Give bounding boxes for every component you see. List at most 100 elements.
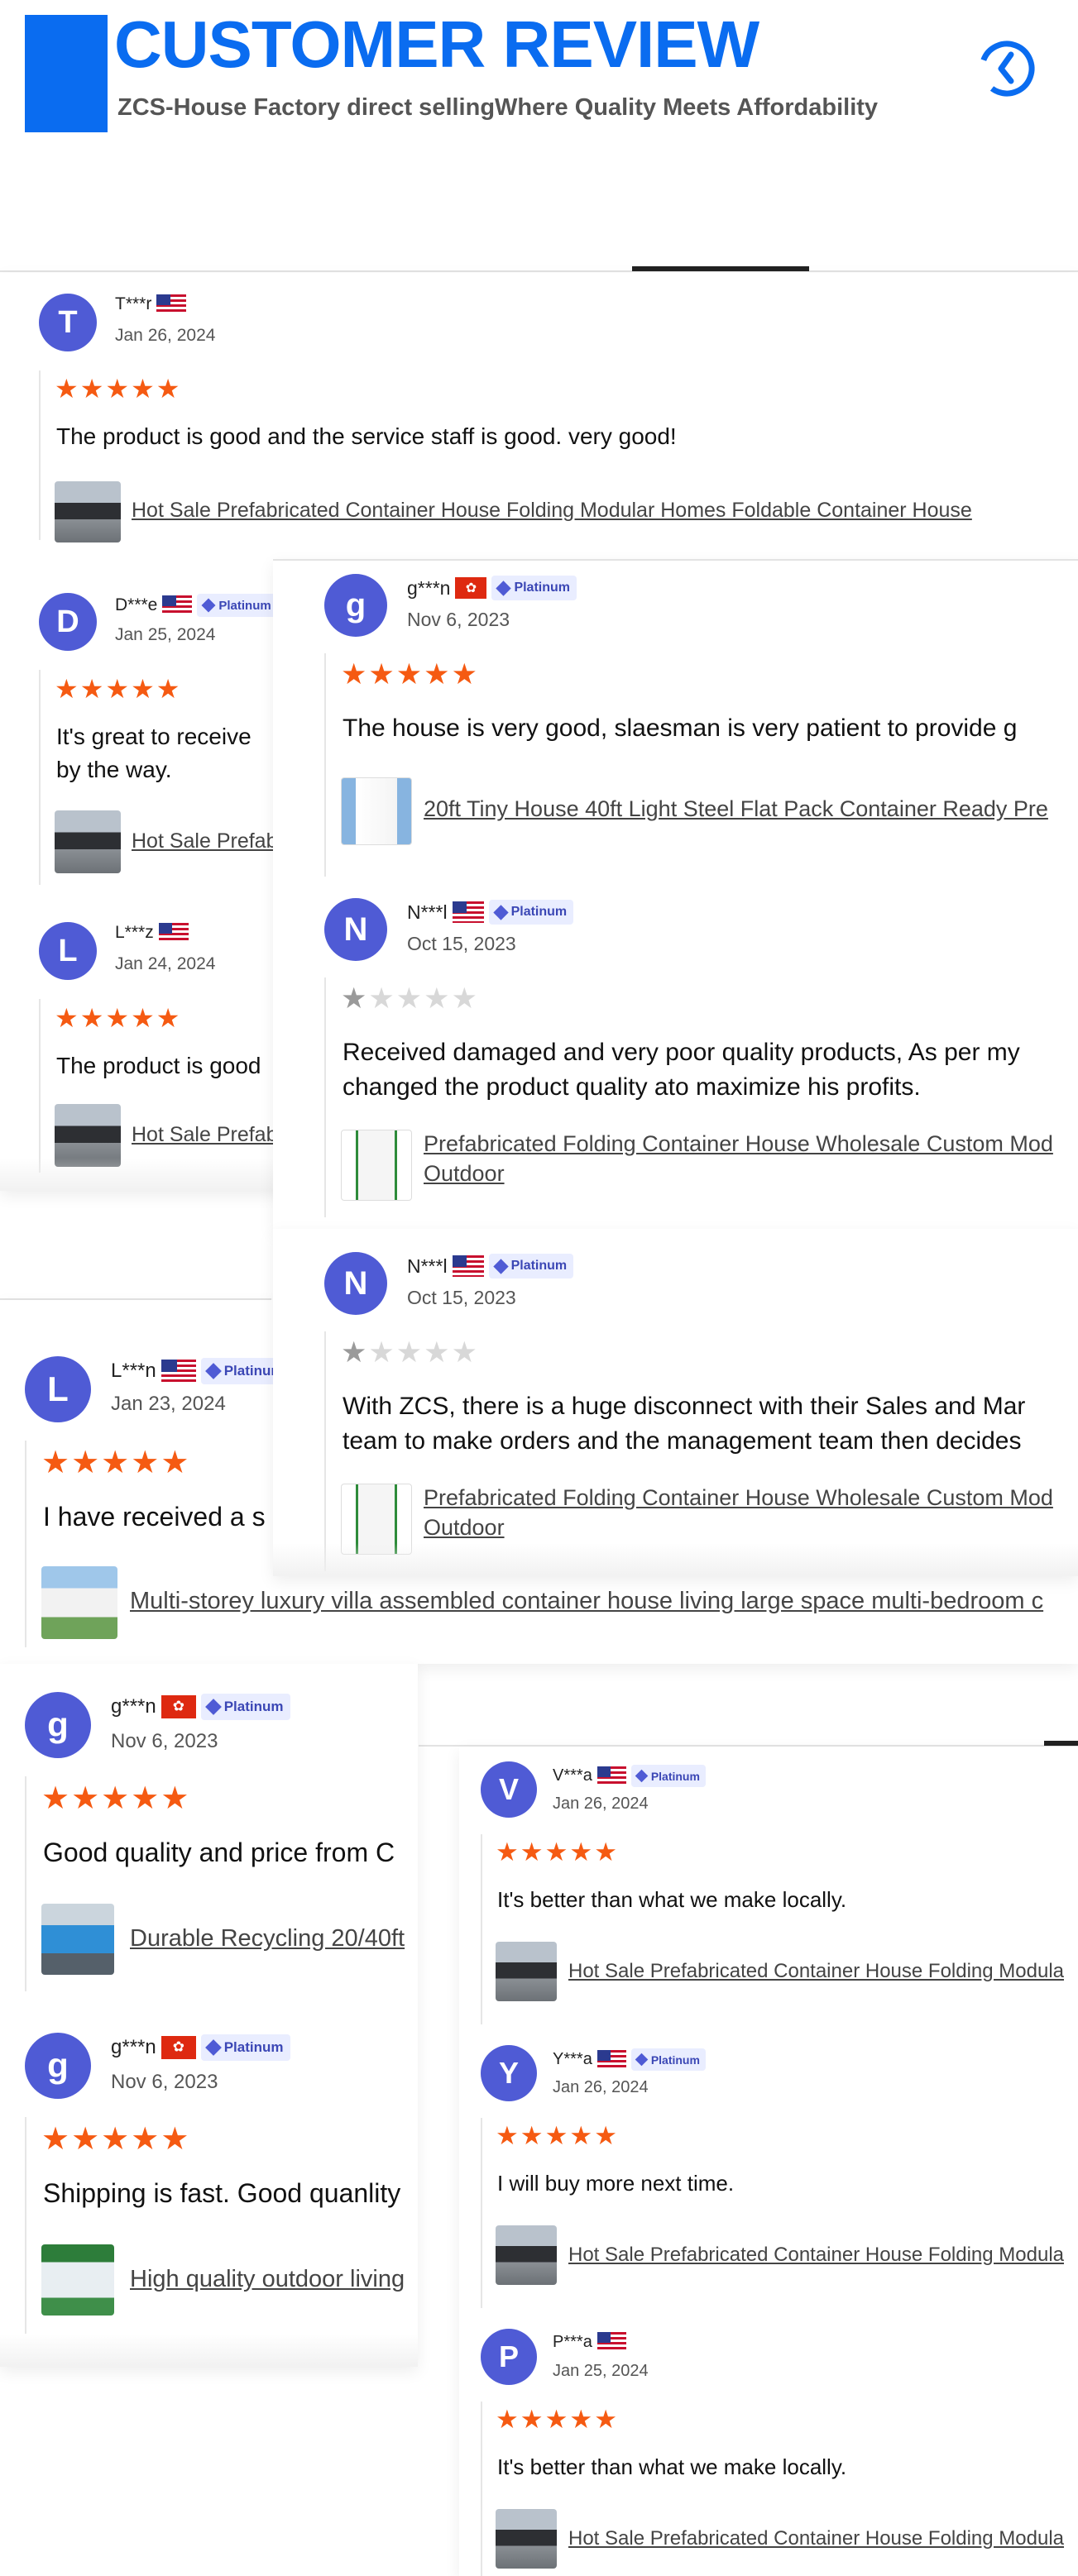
- card-left-rule: [39, 370, 41, 540]
- star-filled-icon: ★: [496, 2121, 520, 2150]
- star-rating: ★★★★★: [55, 1005, 181, 1031]
- product-thumbnail[interactable]: [41, 1566, 117, 1639]
- platinum-badge: Platinum: [488, 900, 574, 925]
- badge-label: Platinum: [510, 1259, 568, 1273]
- page-subtitle: ZCS-House Factory direct sellingWhere Qu…: [117, 94, 879, 121]
- product-thumbnail[interactable]: [55, 810, 121, 873]
- avatar: P: [481, 2329, 537, 2385]
- badge-label: Platinum: [510, 905, 568, 919]
- product-link[interactable]: Prefabricated Folding Container House Wh…: [424, 1131, 1053, 1157]
- product-link[interactable]: High quality outdoor living: [130, 2266, 405, 2293]
- star-filled-icon: ★: [131, 674, 156, 704]
- review-card: N N***l Platinum Oct 15, 2023 ★★★★★ Recei…: [273, 883, 1078, 1231]
- platinum-badge: Platinum: [630, 2048, 706, 2071]
- us-flag-icon: [452, 1255, 484, 1277]
- product-link[interactable]: Hot Sale Prefabricated Container House F…: [568, 1960, 1064, 1983]
- reviewer-name: P***a: [553, 2332, 626, 2352]
- star-filled-icon: ★: [156, 374, 182, 404]
- star-filled-icon: ★: [101, 1446, 132, 1480]
- star-empty-icon: ★: [368, 1336, 396, 1369]
- review-card: N N***l Platinum Oct 15, 2023 ★★★★★ With …: [273, 1229, 1078, 1576]
- reviewer-name: g***n Platinum: [111, 2034, 290, 2061]
- reviewer-name-text: Y***a: [553, 2050, 592, 2068]
- star-filled-icon: ★: [79, 1003, 106, 1033]
- star-rating: ★★★★★: [41, 1447, 190, 1479]
- star-filled-icon: ★: [341, 658, 369, 691]
- reviewer-name: T***r: [115, 294, 187, 314]
- star-empty-icon: ★: [451, 1336, 479, 1369]
- avatar: g: [25, 1692, 91, 1758]
- product-thumbnail[interactable]: [496, 2225, 557, 2285]
- avatar: V: [481, 1761, 537, 1818]
- reviewer-name-text: N***l: [407, 901, 448, 923]
- card-left-rule: [324, 977, 326, 1217]
- page-title: CUSTOMER REVIEW: [114, 7, 759, 81]
- product-link[interactable]: Hot Sale Prefabricated Container House F…: [132, 499, 972, 523]
- diamond-icon: [204, 2039, 222, 2056]
- product-link-line2[interactable]: Outdoor: [424, 1515, 505, 1541]
- card-left-rule: [25, 1776, 26, 1991]
- star-filled-icon: ★: [71, 1446, 102, 1480]
- star-filled-icon: ★: [544, 2405, 570, 2434]
- product-thumbnail[interactable]: [41, 2244, 114, 2316]
- avatar: L: [39, 922, 97, 980]
- diamond-icon: [635, 1769, 649, 1783]
- reviewer-name: Y***a Platinum: [553, 2048, 706, 2071]
- platinum-badge: Platinum: [491, 576, 577, 600]
- product-thumbnail[interactable]: [55, 481, 121, 542]
- history-icon[interactable]: [975, 36, 1039, 101]
- review-text: Shipping is fast. Good quanlity: [43, 2178, 401, 2208]
- reviewer-name: D***e Platinum: [115, 594, 278, 617]
- product-link-line2[interactable]: Outdoor: [424, 1161, 505, 1187]
- product-link[interactable]: Hot Sale Prefab: [132, 829, 278, 853]
- panel-fade: [0, 2334, 418, 2367]
- review-text: I will buy more next time.: [497, 2171, 735, 2196]
- star-filled-icon: ★: [594, 2405, 619, 2434]
- review-text: It's great to receive: [56, 724, 252, 749]
- star-filled-icon: ★: [55, 374, 80, 404]
- review-date: Jan 25, 2024: [115, 625, 216, 644]
- star-empty-icon: ★: [424, 982, 452, 1015]
- product-link[interactable]: Prefabricated Folding Container House Wh…: [424, 1485, 1053, 1511]
- product-thumbnail[interactable]: [341, 777, 412, 845]
- star-rating: ★★★★★: [496, 2406, 619, 2432]
- review-card: T T***r Jan 26, 2024 ★★★★★ The product i…: [0, 273, 1078, 546]
- product-link[interactable]: Hot Sale Prefabricated Container House F…: [568, 2527, 1064, 2550]
- review-card: Y Y***a Platinum Jan 26, 2024 ★★★★★ I wil…: [459, 2032, 1078, 2317]
- review-text: Good quality and price from C: [43, 1838, 395, 1867]
- divider: [0, 270, 1078, 272]
- star-filled-icon: ★: [161, 2122, 191, 2157]
- product-link[interactable]: Durable Recycling 20/40ft: [130, 1925, 405, 1952]
- panel-fade: [273, 1543, 1078, 1576]
- product-thumbnail[interactable]: [341, 1130, 412, 1201]
- review-date: Oct 15, 2023: [407, 933, 516, 954]
- reviewer-name: L***z: [115, 923, 189, 943]
- badge-label: Platinum: [650, 1769, 700, 1783]
- star-filled-icon: ★: [101, 2122, 132, 2157]
- badge-label: Platinum: [218, 598, 271, 613]
- review-date: Nov 6, 2023: [407, 609, 510, 630]
- product-link[interactable]: 20ft Tiny House 40ft Light Steel Flat Pa…: [424, 796, 1048, 822]
- reviewer-name: N***l Platinum: [407, 900, 574, 925]
- review-text: I have received a s: [43, 1502, 266, 1532]
- star-filled-icon: ★: [544, 1838, 570, 1866]
- reviews-panel: g g***nPlatinum Nov 6, 2023 ★★★★★ The ho…: [273, 559, 1078, 1231]
- card-left-rule: [25, 2117, 26, 2334]
- review-date: Nov 6, 2023: [111, 2071, 218, 2093]
- star-filled-icon: ★: [161, 1446, 191, 1480]
- product-thumbnail[interactable]: [496, 2509, 557, 2569]
- product-link[interactable]: Hot Sale Prefabricated Container House F…: [568, 2244, 1064, 2267]
- star-empty-icon: ★: [451, 982, 479, 1015]
- product-thumbnail[interactable]: [41, 1904, 114, 1975]
- platinum-badge: Platinum: [200, 2034, 290, 2061]
- star-filled-icon: ★: [520, 2405, 545, 2434]
- review-date: Oct 15, 2023: [407, 1287, 516, 1308]
- avatar: g: [25, 2033, 91, 2099]
- star-filled-icon: ★: [55, 1003, 80, 1033]
- diamond-icon: [204, 1699, 222, 1715]
- star-rating: ★★★★★: [55, 676, 181, 702]
- product-link[interactable]: Multi-storey luxury villa assembled cont…: [130, 1588, 1043, 1615]
- avatar: L: [25, 1356, 91, 1422]
- product-link[interactable]: Hot Sale Prefab: [132, 1123, 278, 1147]
- product-thumbnail[interactable]: [496, 1942, 557, 2001]
